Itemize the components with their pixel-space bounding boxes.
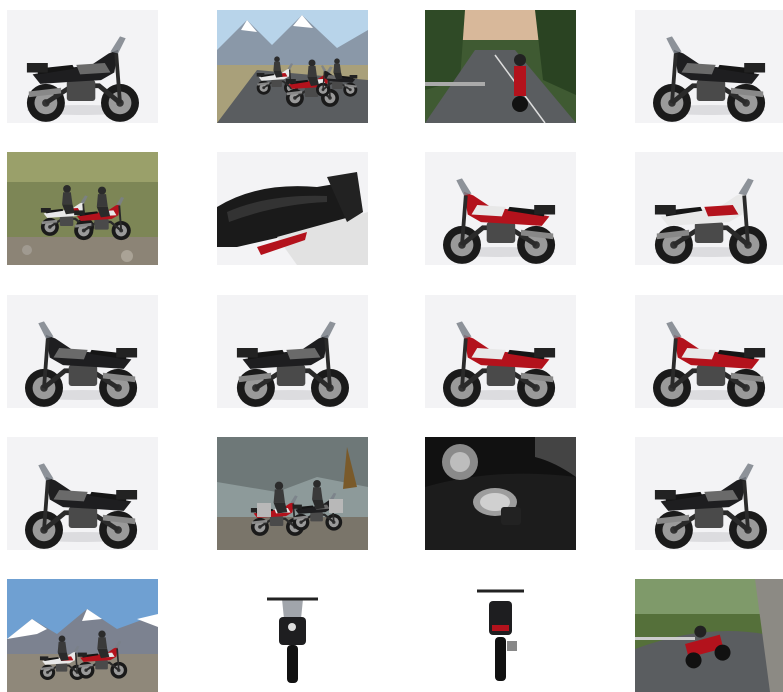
motorcycle-photo — [425, 10, 576, 123]
motorcycle-photo — [217, 295, 368, 408]
motorcycle-photo — [7, 10, 158, 123]
gallery-thumbnail[interactable] — [7, 295, 158, 408]
gallery-thumbnail[interactable] — [7, 437, 158, 550]
gallery-thumbnail[interactable] — [635, 152, 783, 265]
motorcycle-photo — [635, 10, 783, 123]
gallery-thumbnail[interactable] — [425, 152, 576, 265]
gallery-thumbnail[interactable] — [425, 10, 576, 123]
motorcycle-photo — [217, 437, 368, 550]
motorcycle-photo — [635, 437, 783, 550]
gallery-thumbnail[interactable] — [7, 579, 158, 692]
gallery-thumbnail[interactable] — [7, 152, 158, 265]
gallery-thumbnail[interactable] — [635, 10, 783, 123]
motorcycle-photo — [7, 152, 158, 265]
gallery-thumbnail[interactable] — [217, 579, 368, 692]
gallery-thumbnail[interactable] — [635, 579, 783, 692]
gallery-thumbnail[interactable] — [425, 579, 576, 692]
motorcycle-photo — [7, 295, 158, 408]
gallery-thumbnail[interactable] — [635, 295, 783, 408]
gallery-thumbnail[interactable] — [217, 295, 368, 408]
motorcycle-photo — [7, 579, 158, 692]
gallery-thumbnail[interactable] — [217, 10, 368, 123]
motorcycle-photo — [7, 437, 158, 550]
motorcycle-photo — [217, 152, 368, 265]
gallery-thumbnail[interactable] — [635, 437, 783, 550]
motorcycle-photo — [635, 579, 783, 692]
gallery-thumbnail[interactable] — [425, 295, 576, 408]
motorcycle-photo — [425, 579, 576, 692]
gallery-thumbnail[interactable] — [217, 437, 368, 550]
motorcycle-photo — [217, 579, 368, 692]
motorcycle-photo — [635, 295, 783, 408]
motorcycle-photo — [217, 10, 368, 123]
motorcycle-photo — [425, 295, 576, 408]
motorcycle-photo — [635, 152, 783, 265]
motorcycle-photo — [425, 152, 576, 265]
gallery-thumbnail[interactable] — [217, 152, 368, 265]
photo-gallery-grid — [0, 0, 783, 692]
motorcycle-photo — [425, 437, 576, 550]
gallery-thumbnail[interactable] — [425, 437, 576, 550]
gallery-thumbnail[interactable] — [7, 10, 158, 123]
